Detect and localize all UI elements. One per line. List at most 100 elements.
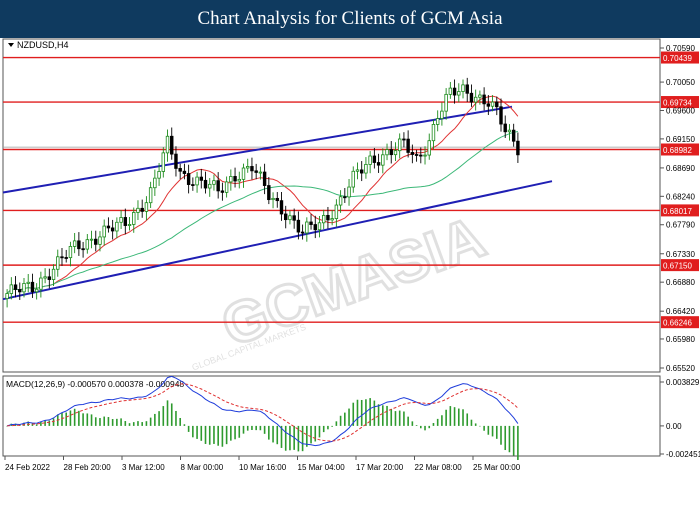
- candle-body: [182, 170, 187, 174]
- candle-body: [343, 196, 347, 199]
- macd-histogram-bar: [322, 425, 325, 433]
- candle-body: [26, 281, 30, 284]
- candle-body: [18, 289, 22, 293]
- macd-histogram-bar: [137, 421, 139, 426]
- macd-histogram-bar: [453, 407, 456, 426]
- candle-body: [229, 176, 233, 183]
- macd-histogram-bar: [411, 421, 414, 426]
- candle-body: [284, 213, 288, 221]
- candle-body: [174, 153, 178, 169]
- candle-body: [140, 207, 144, 212]
- macd-histogram-bar: [390, 408, 393, 426]
- price-chart[interactable]: GCMASIA GLOBAL CAPITAL MARKETS NZDUSD,H4…: [0, 38, 700, 500]
- macd-histogram-bar: [200, 425, 203, 441]
- candle-body: [224, 181, 229, 193]
- candle-body: [473, 96, 478, 103]
- candle-body: [423, 154, 427, 157]
- time-tick-label: 3 Mar 12:00: [122, 463, 165, 472]
- macd-histogram-bar: [107, 417, 110, 426]
- macd-histogram-bar: [183, 424, 186, 426]
- macd-tick-label: -0.002451: [666, 450, 700, 459]
- macd-histogram-bar: [310, 425, 312, 444]
- candle-body: [486, 103, 491, 107]
- candle-body: [233, 176, 237, 182]
- candle-body: [94, 238, 98, 245]
- macd-histogram-bar: [90, 414, 93, 426]
- candle-body: [22, 283, 26, 293]
- time-tick-label: 25 Mar 00:00: [473, 463, 521, 472]
- level-price-label: 0.67150: [663, 262, 692, 271]
- macd-histogram-bar: [204, 425, 207, 444]
- candle-body: [144, 202, 149, 212]
- macd-histogram-bar: [158, 411, 160, 426]
- candle-body: [220, 190, 225, 193]
- candle-body: [347, 186, 351, 198]
- macd-histogram-bar: [40, 422, 42, 426]
- candle-body: [393, 150, 398, 156]
- candle-body: [136, 207, 140, 213]
- candle-body: [507, 129, 512, 133]
- time-tick-label: 15 Mar 04:00: [298, 463, 346, 472]
- macd-histogram-bar: [272, 425, 274, 443]
- candle-body: [241, 167, 246, 180]
- price-tick-label: 0.68240: [666, 192, 695, 201]
- macd-histogram-bar: [470, 419, 473, 426]
- price-tick-label: 0.68690: [666, 164, 695, 173]
- price-tick-label: 0.70050: [666, 78, 695, 87]
- candle-body: [364, 164, 368, 174]
- macd-histogram-bar: [373, 400, 376, 426]
- candle-body: [56, 256, 60, 270]
- chart-area[interactable]: GCMASIA GLOBAL CAPITAL MARKETS NZDUSD,H4…: [0, 38, 700, 500]
- macd-histogram-bar: [124, 421, 127, 426]
- candle-body: [292, 215, 296, 221]
- candle-body: [334, 204, 339, 219]
- macd-histogram-bar: [111, 419, 114, 426]
- candle-body: [161, 152, 166, 172]
- candle-body: [102, 225, 106, 238]
- macd-histogram-bar: [145, 421, 148, 426]
- candle-body: [338, 196, 343, 206]
- macd-histogram-bar: [276, 425, 279, 445]
- macd-histogram-bar: [73, 408, 76, 426]
- macd-histogram-bar: [284, 425, 287, 451]
- candle-body: [47, 276, 52, 280]
- macd-histogram-bar: [360, 399, 363, 426]
- macd-histogram-bar: [69, 410, 72, 426]
- candle-body: [157, 171, 161, 179]
- macd-histogram-bar: [162, 406, 165, 426]
- candle-body: [419, 154, 423, 157]
- candle-body: [106, 225, 111, 229]
- macd-histogram-bar: [78, 410, 80, 426]
- candle-body: [381, 154, 385, 166]
- candle-body: [5, 293, 9, 299]
- macd-histogram-bar: [255, 425, 257, 431]
- candle-body: [39, 277, 43, 290]
- macd-histogram-bar: [86, 413, 89, 426]
- macd-histogram-bar: [268, 425, 270, 440]
- symbol-selector[interactable]: NZDUSD,H4: [8, 40, 69, 50]
- candle-body: [376, 162, 381, 166]
- macd-histogram-bar: [65, 412, 68, 426]
- price-tick-label: 0.65520: [666, 364, 695, 373]
- candle-body: [267, 185, 271, 201]
- macd-histogram-bar: [289, 425, 291, 451]
- candle-body: [499, 106, 503, 125]
- macd-histogram-bar: [242, 425, 245, 434]
- macd-histogram-bar: [428, 425, 431, 429]
- macd-histogram-bar: [394, 411, 397, 426]
- macd-histogram-bar: [120, 418, 122, 426]
- macd-histogram-bar: [445, 409, 447, 426]
- macd-histogram-bar: [246, 425, 249, 431]
- candle-body: [300, 231, 305, 234]
- candle-body: [389, 149, 393, 156]
- candle-body: [275, 197, 279, 202]
- candle-body: [216, 180, 220, 192]
- candle-body: [203, 179, 208, 189]
- candle-body: [132, 212, 136, 225]
- chart-title: Chart Analysis for Clients of GCM Asia: [197, 8, 503, 29]
- candle-body: [254, 170, 258, 173]
- candle-body: [178, 168, 182, 172]
- candle-body: [406, 138, 410, 153]
- time-tick-label: 22 Mar 08:00: [415, 463, 463, 472]
- macd-histogram-bar: [149, 417, 152, 426]
